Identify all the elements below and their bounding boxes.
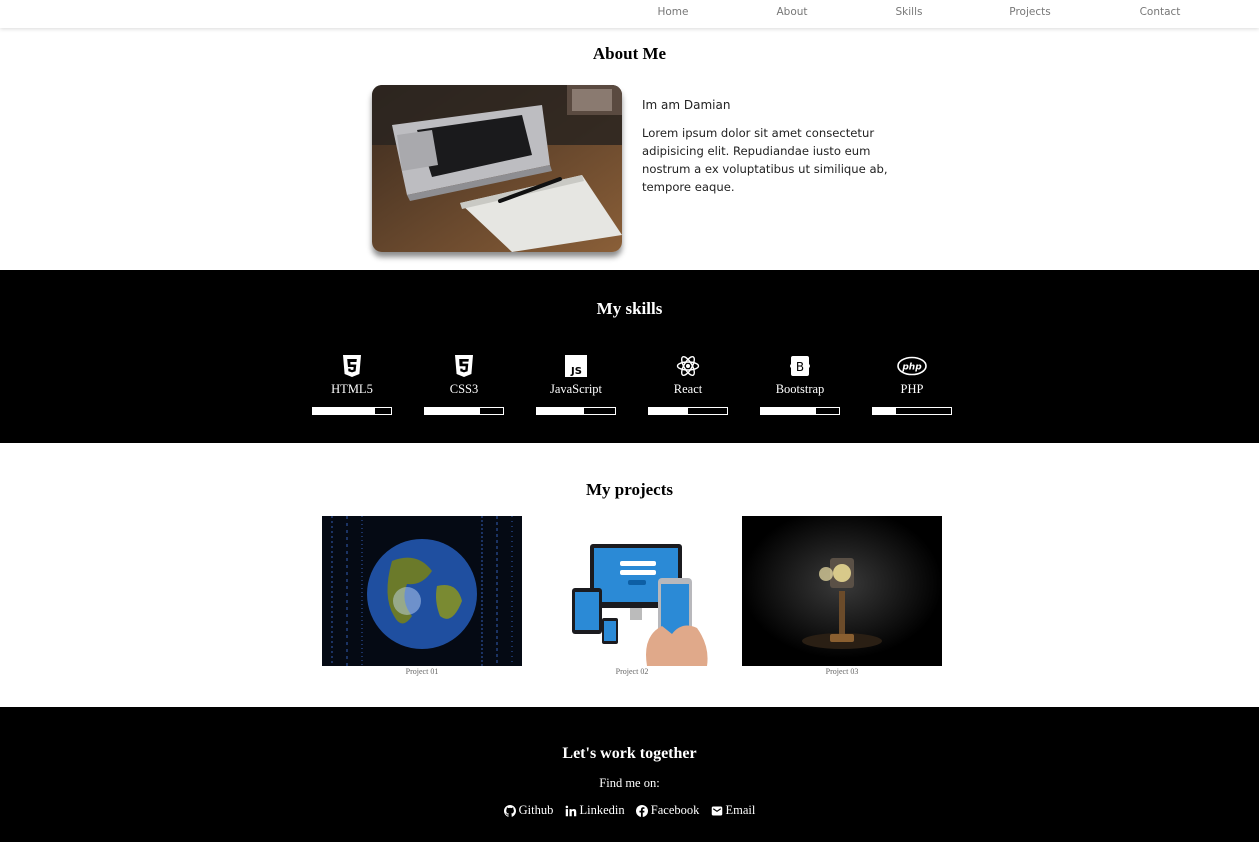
skill-label: JavaScript — [549, 382, 603, 396]
facebook-icon — [635, 804, 648, 817]
nav-link-home[interactable]: Home — [657, 6, 688, 18]
project-caption: Project 03 — [825, 667, 859, 676]
skill-progress-bar — [312, 407, 392, 415]
footer-title: Let's work together — [562, 745, 697, 762]
skill-label: PHP — [900, 382, 924, 396]
github-link[interactable]: Github — [503, 803, 554, 818]
github-icon — [503, 804, 516, 817]
project-thumbnail-globe[interactable] — [322, 516, 522, 666]
about-greeting: Im am Damian — [642, 98, 731, 112]
github-link-label: Github — [518, 803, 554, 817]
about-section: About Me Im am Damian Lorem ipsum dolor … — [0, 28, 1259, 270]
javascript-icon: JS — [565, 355, 587, 377]
project-card-02[interactable]: Project 02 — [532, 516, 732, 676]
skills-section: My skills HTML5 CSS3 JS JavaScript React… — [0, 270, 1259, 443]
skill-react: React — [648, 354, 728, 415]
skill-html5: HTML5 — [312, 354, 392, 415]
about-photo-laptop — [372, 85, 622, 252]
facebook-link-label: Facebook — [650, 803, 700, 817]
skill-javascript: JS JavaScript — [536, 354, 616, 415]
skill-php: php PHP — [872, 354, 952, 415]
about-title: About Me — [592, 44, 667, 63]
top-navbar: Home About Skills Projects Contact — [0, 0, 1259, 28]
skill-progress-bar — [424, 407, 504, 415]
project-card-01[interactable]: Project 01 — [322, 516, 522, 676]
skill-progress-bar — [872, 407, 952, 415]
contact-footer: Let's work together Find me on: Github L… — [0, 707, 1259, 842]
skill-label: CSS3 — [449, 382, 479, 396]
svg-text:B: B — [796, 360, 804, 374]
skill-progress-bar — [648, 407, 728, 415]
linkedin-link[interactable]: Linkedin — [565, 803, 625, 818]
find-me-label: Find me on: — [599, 776, 660, 790]
project-thumbnail-lamp[interactable] — [742, 516, 942, 666]
react-icon — [676, 355, 700, 377]
nav-link-projects[interactable]: Projects — [1009, 6, 1050, 18]
skills-title: My skills — [596, 299, 663, 318]
nav-link-contact[interactable]: Contact — [1140, 6, 1181, 18]
envelope-icon — [711, 806, 722, 815]
nav-link-about[interactable]: About — [776, 6, 807, 18]
nav-link-skills[interactable]: Skills — [896, 6, 923, 18]
projects-section: My projects Project 01 Project 02 Projec… — [0, 443, 1259, 707]
skill-progress-bar — [760, 407, 840, 415]
skill-label: React — [673, 382, 703, 396]
php-icon: php — [897, 356, 927, 376]
project-thumbnail-devices[interactable] — [532, 516, 732, 666]
linkedin-link-label: Linkedin — [579, 803, 625, 817]
bootstrap-icon: B — [790, 356, 810, 376]
projects-title: My projects — [585, 480, 674, 499]
facebook-link[interactable]: Facebook — [635, 803, 700, 818]
html5-icon — [343, 355, 361, 377]
skill-bootstrap: B Bootstrap — [760, 354, 840, 415]
linkedin-icon — [565, 805, 576, 816]
skill-css3: CSS3 — [424, 354, 504, 415]
project-card-03[interactable]: Project 03 — [742, 516, 942, 676]
svg-text:php: php — [901, 363, 922, 373]
skill-label: HTML5 — [331, 382, 373, 396]
skill-progress-bar — [536, 407, 616, 415]
project-caption: Project 02 — [615, 667, 649, 676]
social-links: Github Linkedin Facebook Email — [0, 803, 1259, 821]
email-link[interactable]: Email — [711, 803, 756, 818]
css3-icon — [455, 355, 473, 377]
about-bio: Lorem ipsum dolor sit amet consectetur a… — [642, 126, 888, 194]
about-text-block: Im am Damian Lorem ipsum dolor sit amet … — [642, 98, 892, 196]
svg-text:JS: JS — [570, 366, 582, 377]
project-caption: Project 01 — [405, 667, 439, 676]
email-link-label: Email — [725, 803, 756, 817]
skill-label: Bootstrap — [775, 382, 825, 396]
